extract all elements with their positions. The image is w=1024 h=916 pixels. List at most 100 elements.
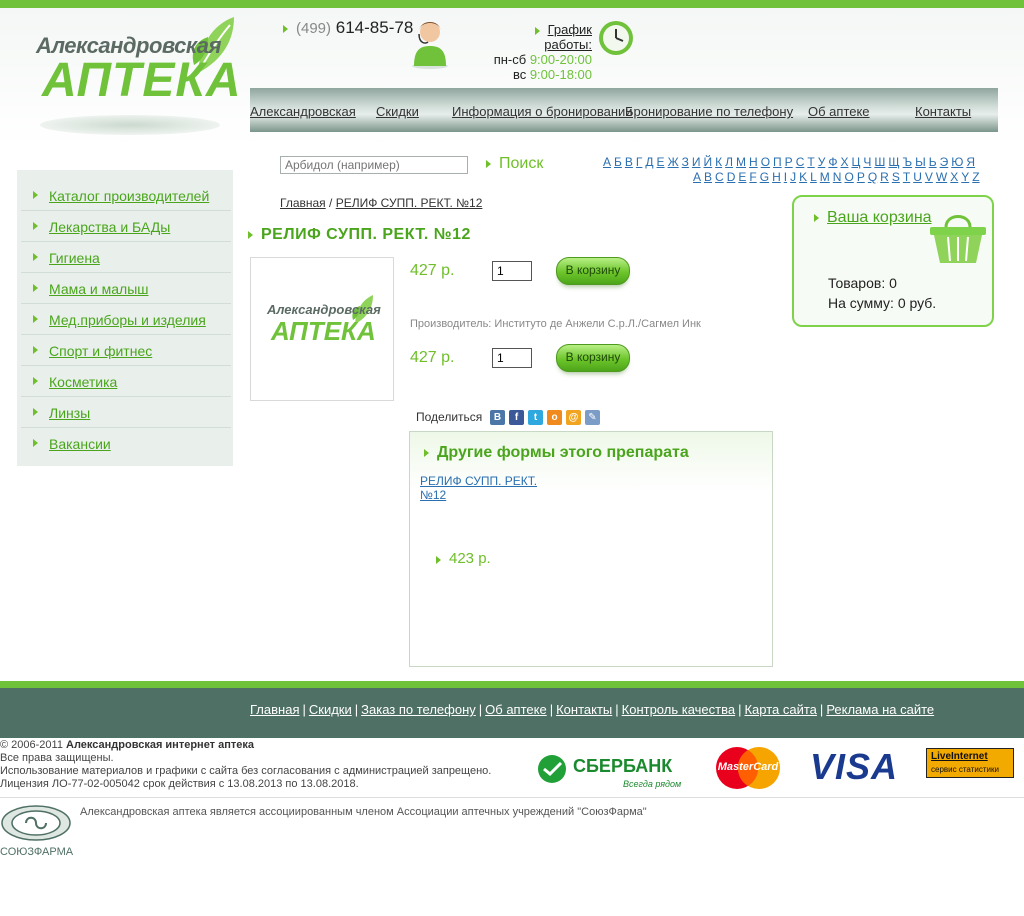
alphabet-en-letter[interactable]: P bbox=[857, 170, 865, 184]
alphabet-ru-letter[interactable]: Ъ bbox=[903, 155, 913, 169]
breadcrumb-current[interactable]: РЕЛИФ СУПП. РЕКТ. №12 bbox=[336, 196, 483, 210]
breadcrumb-home[interactable]: Главная bbox=[280, 196, 326, 210]
alphabet-ru-letter[interactable]: К bbox=[715, 155, 722, 169]
sidebar-item-vacancies[interactable]: Вакансии bbox=[21, 428, 231, 458]
sidebar-item-mother-baby[interactable]: Мама и малыш bbox=[21, 273, 231, 304]
alphabet-ru-letter[interactable]: Щ bbox=[888, 155, 899, 169]
sidebar-item-lenses[interactable]: Линзы bbox=[21, 397, 231, 428]
footer-link-contacts[interactable]: Контакты bbox=[556, 702, 612, 717]
basket-icon[interactable] bbox=[928, 207, 988, 267]
alphabet-ru-letter[interactable]: Р bbox=[785, 155, 793, 169]
alphabet-en-letter[interactable]: H bbox=[772, 170, 781, 184]
alphabet-ru-letter[interactable]: Х bbox=[840, 155, 848, 169]
sidebar-item-medicines[interactable]: Лекарства и БАДы bbox=[21, 211, 231, 242]
search-button[interactable]: Поиск bbox=[486, 155, 543, 173]
alphabet-ru-letter[interactable]: Г bbox=[636, 155, 643, 169]
add-to-cart-button[interactable]: В корзину bbox=[556, 257, 630, 285]
livejournal-icon[interactable]: ✎ bbox=[585, 410, 600, 425]
alphabet-ru-letter[interactable]: З bbox=[682, 155, 689, 169]
footer-link-quality[interactable]: Контроль качества bbox=[622, 702, 735, 717]
alphabet-ru-letter[interactable]: Б bbox=[614, 155, 622, 169]
alphabet-en-letter[interactable]: N bbox=[833, 170, 842, 184]
schedule-link[interactable]: График работы: bbox=[544, 22, 592, 52]
alphabet-en-letter[interactable]: Z bbox=[972, 170, 979, 184]
alphabet-ru-letter[interactable]: Э bbox=[940, 155, 949, 169]
alphabet-ru-letter[interactable]: В bbox=[625, 155, 633, 169]
sidebar-item-label[interactable]: Гигиена bbox=[49, 250, 100, 266]
alphabet-en-letter[interactable]: V bbox=[925, 170, 933, 184]
sidebar-item-hygiene[interactable]: Гигиена bbox=[21, 242, 231, 273]
alphabet-ru-letter[interactable]: Й bbox=[704, 155, 713, 169]
nav-booking-info[interactable]: Информация о бронировании bbox=[452, 104, 633, 119]
sidebar-item-label[interactable]: Косметика bbox=[49, 374, 117, 390]
twitter-icon[interactable]: t bbox=[528, 410, 543, 425]
alphabet-en-letter[interactable]: X bbox=[950, 170, 958, 184]
alphabet-en-letter[interactable]: Q bbox=[868, 170, 877, 184]
alphabet-en-letter[interactable]: T bbox=[903, 170, 910, 184]
sidebar-item-cosmetics[interactable]: Косметика bbox=[21, 366, 231, 397]
alphabet-ru-letter[interactable]: Л bbox=[725, 155, 733, 169]
sidebar-item-label[interactable]: Линзы bbox=[49, 405, 90, 421]
footer-link-ads[interactable]: Реклама на сайте bbox=[826, 702, 934, 717]
alphabet-ru-letter[interactable]: Ч bbox=[863, 155, 871, 169]
search-input[interactable] bbox=[280, 156, 468, 174]
nav-discounts[interactable]: Скидки bbox=[376, 104, 419, 119]
alphabet-en-letter[interactable]: Y bbox=[961, 170, 969, 184]
alphabet-ru-letter[interactable]: Ц bbox=[851, 155, 860, 169]
alphabet-en-letter[interactable]: G bbox=[760, 170, 769, 184]
alphabet-en-letter[interactable]: L bbox=[810, 170, 817, 184]
alphabet-ru-letter[interactable]: У bbox=[818, 155, 826, 169]
alphabet-en-letter[interactable]: F bbox=[749, 170, 756, 184]
alphabet-ru-letter[interactable]: С bbox=[796, 155, 805, 169]
basket-link[interactable]: Ваша корзина bbox=[814, 209, 932, 227]
footer-link-about[interactable]: Об аптеке bbox=[485, 702, 547, 717]
sidebar-item-label[interactable]: Вакансии bbox=[49, 436, 111, 452]
alphabet-ru-letter[interactable]: А bbox=[603, 155, 611, 169]
alphabet-ru-letter[interactable]: Ф bbox=[828, 155, 837, 169]
nav-about[interactable]: Об аптеке bbox=[808, 104, 870, 119]
alphabet-en-letter[interactable]: S bbox=[892, 170, 900, 184]
alphabet-en-letter[interactable]: B bbox=[704, 170, 712, 184]
odnoklassniki-icon[interactable]: o bbox=[547, 410, 562, 425]
soyuzpharma-logo[interactable]: СОЮЗФАРМА bbox=[0, 804, 80, 860]
alphabet-en-letter[interactable]: W bbox=[936, 170, 947, 184]
alphabet-en-letter[interactable]: M bbox=[820, 170, 830, 184]
alphabet-ru-letter[interactable]: Ю bbox=[951, 155, 963, 169]
alphabet-ru-letter[interactable]: О bbox=[761, 155, 770, 169]
liveinternet-counter[interactable]: LiveInternet сервис статистики bbox=[926, 748, 1014, 778]
alphabet-ru-letter[interactable]: Ш bbox=[874, 155, 885, 169]
sidebar-item-label[interactable]: Спорт и фитнес bbox=[49, 343, 152, 359]
add-to-cart-button[interactable]: В корзину bbox=[556, 344, 630, 372]
alphabet-ru-letter[interactable]: Е bbox=[657, 155, 665, 169]
alphabet-ru-letter[interactable]: И bbox=[692, 155, 701, 169]
alphabet-ru-letter[interactable]: Т bbox=[807, 155, 814, 169]
alphabet-en-letter[interactable]: U bbox=[913, 170, 922, 184]
footer-link-phone-order[interactable]: Заказ по телефону bbox=[361, 702, 476, 717]
nav-contacts[interactable]: Контакты bbox=[915, 104, 971, 119]
vkontakte-icon[interactable]: B bbox=[490, 410, 505, 425]
other-form-link[interactable]: РЕЛИФ СУПП. РЕКТ. №12 bbox=[420, 474, 537, 502]
sidebar-item-label[interactable]: Мед.приборы и изделия bbox=[49, 312, 206, 328]
alphabet-en-letter[interactable]: A bbox=[693, 170, 701, 184]
alphabet-ru-letter[interactable]: Д bbox=[645, 155, 653, 169]
sidebar-item-label[interactable]: Каталог производителей bbox=[49, 188, 209, 204]
alphabet-en-letter[interactable]: C bbox=[715, 170, 724, 184]
alphabet-en-letter[interactable]: J bbox=[790, 170, 796, 184]
facebook-icon[interactable]: f bbox=[509, 410, 524, 425]
alphabet-en-letter[interactable]: O bbox=[844, 170, 853, 184]
alphabet-en-letter[interactable]: K bbox=[799, 170, 807, 184]
alphabet-ru-letter[interactable]: Ь bbox=[929, 155, 937, 169]
alphabet-ru-letter[interactable]: Н bbox=[749, 155, 758, 169]
alphabet-en-letter[interactable]: D bbox=[727, 170, 736, 184]
sidebar-item-manufacturers[interactable]: Каталог производителей bbox=[21, 180, 231, 211]
alphabet-en-letter[interactable]: R bbox=[880, 170, 889, 184]
quantity-input[interactable] bbox=[492, 348, 532, 368]
sidebar-item-label[interactable]: Мама и малыш bbox=[49, 281, 149, 297]
alphabet-ru-letter[interactable]: Я bbox=[966, 155, 975, 169]
nav-phone-booking[interactable]: Бронирование по телефону bbox=[625, 104, 793, 119]
alphabet-ru-letter[interactable]: М bbox=[736, 155, 746, 169]
sidebar-item-medical-devices[interactable]: Мед.приборы и изделия bbox=[21, 304, 231, 335]
mail-icon[interactable]: @ bbox=[566, 410, 581, 425]
sidebar-item-label[interactable]: Лекарства и БАДы bbox=[49, 219, 170, 235]
alphabet-en-letter[interactable]: I bbox=[784, 170, 787, 184]
